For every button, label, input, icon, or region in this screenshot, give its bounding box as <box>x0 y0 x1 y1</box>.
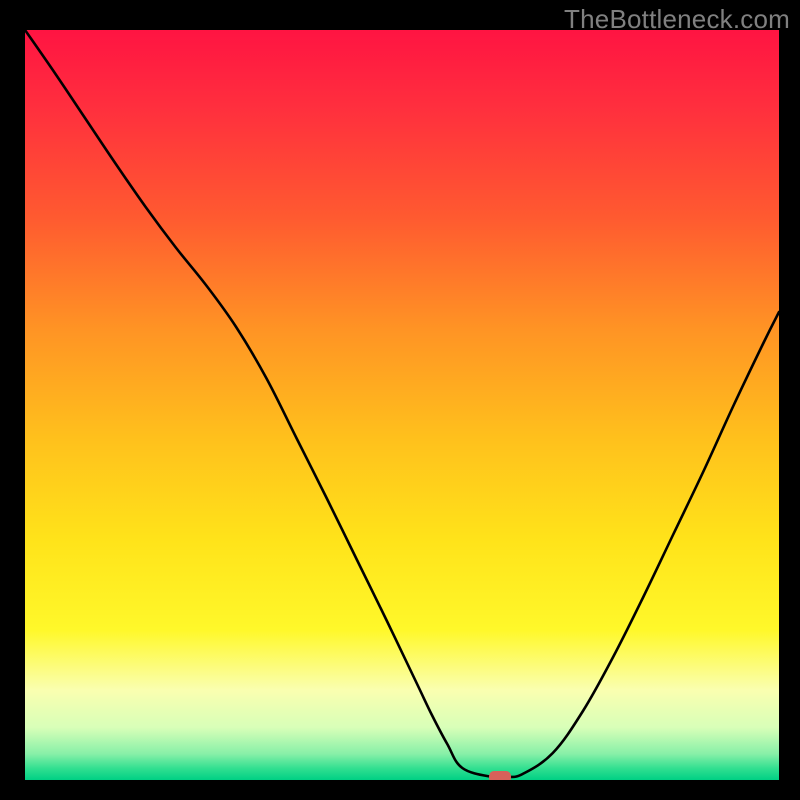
chart-svg <box>25 30 779 780</box>
gradient-bg <box>25 30 779 780</box>
chart-frame: TheBottleneck.com <box>0 0 800 800</box>
chart-plot <box>25 30 779 780</box>
min-marker <box>489 771 511 780</box>
